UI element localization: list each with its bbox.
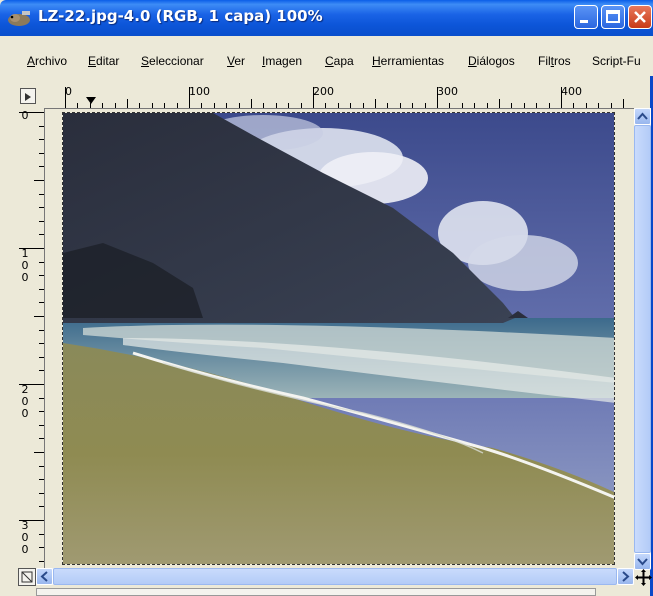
horizontal-ruler[interactable]: 0 100 200 300 400 [44,85,634,109]
horizontal-scroll-thumb[interactable] [53,568,617,585]
vruler-label-0: 0 [21,109,29,122]
status-bar [36,588,596,596]
title-bar[interactable]: LZ-22.jpg-4.0 (RGB, 1 capa) 100% [0,0,653,36]
navigate-icon [21,571,33,583]
menu-herramientas[interactable]: Herramientas [372,54,444,68]
hruler-label-0: 0 [65,85,72,98]
menu-ver[interactable]: Ver [227,54,245,68]
menu-archivo[interactable]: Archivo [27,54,67,68]
menu-editar[interactable]: Editar [88,54,119,68]
menu-imagen[interactable]: Imagen [262,54,302,68]
hruler-label-300: 300 [437,85,458,98]
maximize-icon [606,10,620,23]
close-button[interactable] [628,5,652,29]
vertical-scroll-thumb[interactable] [634,125,651,553]
gimp-wilber-icon[interactable] [6,8,32,28]
pointer-marker-icon [86,97,96,104]
vertical-scrollbar[interactable] [634,108,651,570]
vertical-ruler[interactable]: 0 1 0 0 2 0 0 3 0 0 [18,108,45,573]
ruler-corner-menu-button[interactable] [18,86,44,108]
horizontal-scrollbar[interactable] [36,568,634,585]
close-icon [634,11,646,23]
minimize-icon [580,20,588,23]
scroll-left-button[interactable] [36,568,53,585]
menu-filtros[interactable]: Filtros [538,54,571,68]
maximize-button[interactable] [601,5,625,29]
menu-script-fu[interactable]: Script-Fu [592,54,641,68]
chevron-down-icon [637,558,648,566]
scroll-right-button[interactable] [617,568,634,585]
chevron-left-icon [40,571,48,582]
hruler-label-200: 200 [313,85,334,98]
vruler-label-200: 2 0 0 [21,383,29,420]
vertical-ruler-ticks [19,112,44,562]
chevron-up-icon [637,112,648,120]
chevron-right-icon [622,571,630,582]
beach-photo [63,113,614,564]
navigate-button[interactable] [18,568,36,586]
hruler-label-400: 400 [561,85,582,98]
horizontal-ruler-ticks [65,87,624,108]
menu-dialogos[interactable]: Diálogos [468,54,515,68]
image-window: LZ-22.jpg-4.0 (RGB, 1 capa) 100% Archivo… [0,0,653,596]
hruler-label-100: 100 [189,85,210,98]
menu-seleccionar[interactable]: Seleccionar [141,54,204,68]
image-canvas[interactable] [62,112,615,565]
window-title: LZ-22.jpg-4.0 (RGB, 1 capa) 100% [38,7,323,25]
vruler-label-300: 3 0 0 [21,519,29,556]
menu-arrow-icon [25,93,31,101]
menu-bar: Archivo Editar Seleccionar Ver Imagen Ca… [0,36,653,76]
menu-capa[interactable]: Capa [325,54,354,68]
scroll-up-button[interactable] [634,108,651,125]
vruler-label-100: 1 0 0 [21,247,29,284]
move-arrows-icon[interactable] [634,568,653,587]
minimize-button[interactable] [574,5,598,29]
